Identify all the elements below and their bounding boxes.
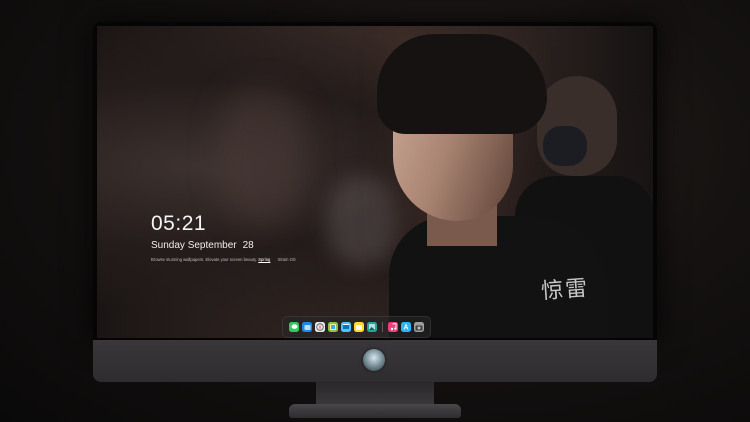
video-icon[interactable]: [341, 322, 351, 332]
music-icon[interactable]: [388, 322, 398, 332]
lock-clock: 05:21: [151, 212, 207, 235]
brand-logo-icon: [363, 349, 385, 371]
desktop-scene: 惊雷 05:21 Sunday September 28 Browse stunn…: [0, 0, 750, 422]
lock-hint-text: Browse stunning wallpapers. Elevate your…: [151, 257, 258, 262]
wallpaper-bokeh: [327, 176, 397, 266]
gallery-icon[interactable]: [367, 322, 377, 332]
safari-icon[interactable]: [315, 322, 325, 332]
wallpaper-bokeh: [217, 86, 307, 226]
dock-separator: [382, 322, 383, 332]
lock-date-number: 28: [242, 240, 254, 251]
notes-icon[interactable]: [354, 322, 364, 332]
wallpaper-person-hair: [377, 34, 547, 134]
photos-icon[interactable]: [328, 322, 338, 332]
monitor-stand-neck: [316, 382, 434, 404]
lock-hint-os: Xtrain OS: [277, 257, 296, 262]
wallpaper-jacket-calligraphy: 惊雷: [540, 276, 591, 305]
messages-icon[interactable]: [289, 322, 299, 332]
appstore-icon[interactable]: [401, 322, 411, 332]
finder-icon[interactable]: [302, 322, 312, 332]
lock-hint-link[interactable]: Spring: [258, 257, 270, 262]
monitor-stand-base: [289, 404, 461, 418]
lock-date-day: Sunday September: [151, 240, 237, 251]
lock-screen[interactable]: 惊雷 05:21 Sunday September 28 Browse stunn…: [97, 26, 653, 338]
wallpaper-face-mask: [543, 126, 587, 166]
dock: [282, 316, 431, 338]
camera-icon[interactable]: [414, 322, 424, 332]
lock-hint: Browse stunning wallpapers. Elevate your…: [151, 257, 296, 262]
lock-date: Sunday September 28: [151, 240, 254, 251]
